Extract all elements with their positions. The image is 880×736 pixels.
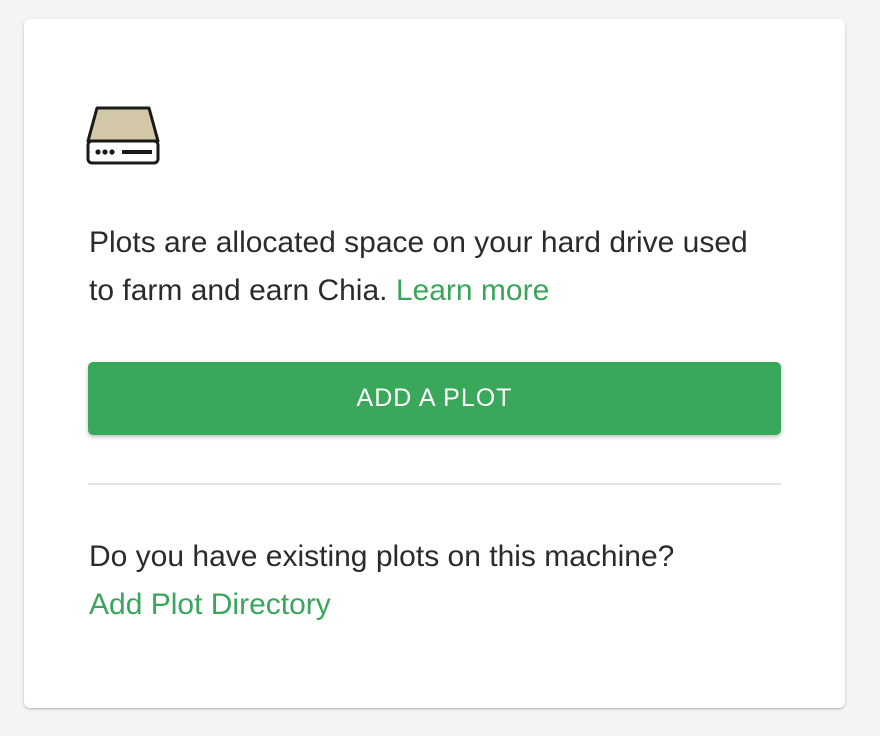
plots-description: Plots are allocated space on your hard d… — [89, 219, 779, 315]
hard-drive-icon — [86, 106, 160, 165]
existing-plots-question: Do you have existing plots on this machi… — [89, 540, 675, 573]
learn-more-link[interactable]: Learn more — [396, 274, 549, 307]
divider — [88, 483, 781, 485]
add-plot-directory-link[interactable]: Add Plot Directory — [89, 581, 331, 629]
add-plot-button[interactable]: ADD A PLOT — [88, 362, 781, 435]
